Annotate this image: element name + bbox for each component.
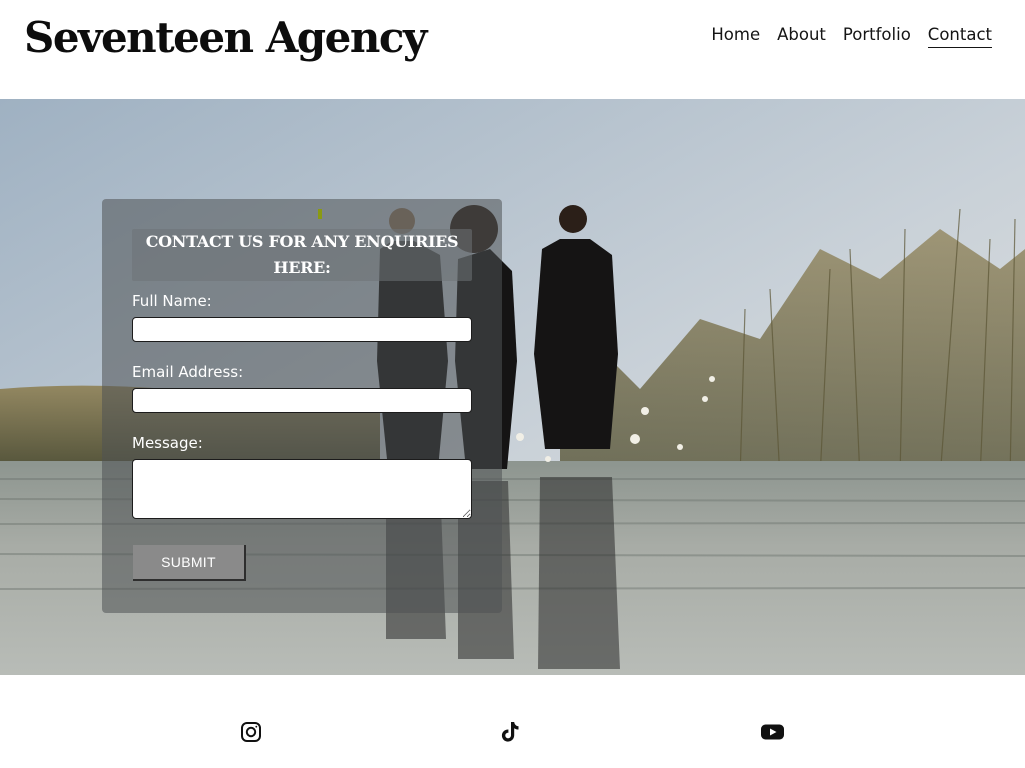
nav-about[interactable]: About [777,24,826,48]
site-header: Seventeen Agency Home About Portfolio Co… [0,0,1025,99]
brand-logo[interactable]: Seventeen Agency [24,10,427,66]
submit-button[interactable]: SUBMIT [133,545,246,581]
form-heading: CONTACT US FOR ANY ENQUIRIES HERE: [132,229,472,281]
email-input[interactable] [132,388,472,413]
full-name-label: Full Name: [132,292,212,310]
contact-form: CONTACT US FOR ANY ENQUIRIES HERE: Full … [102,199,502,613]
message-textarea[interactable] [132,459,472,519]
nav-portfolio[interactable]: Portfolio [843,24,911,48]
hero-section: CONTACT US FOR ANY ENQUIRIES HERE: Full … [0,99,1025,675]
youtube-icon[interactable] [760,720,784,744]
message-label: Message: [132,434,203,452]
tiktok-icon[interactable] [498,720,522,744]
email-label: Email Address: [132,363,244,381]
site-footer [0,675,1025,768]
nav-contact[interactable]: Contact [927,24,992,48]
main-nav: Home About Portfolio Contact [711,24,992,48]
instagram-icon[interactable] [239,720,263,744]
full-name-input[interactable] [132,317,472,342]
nav-home[interactable]: Home [711,24,760,48]
panel-accent-mark [318,209,322,219]
